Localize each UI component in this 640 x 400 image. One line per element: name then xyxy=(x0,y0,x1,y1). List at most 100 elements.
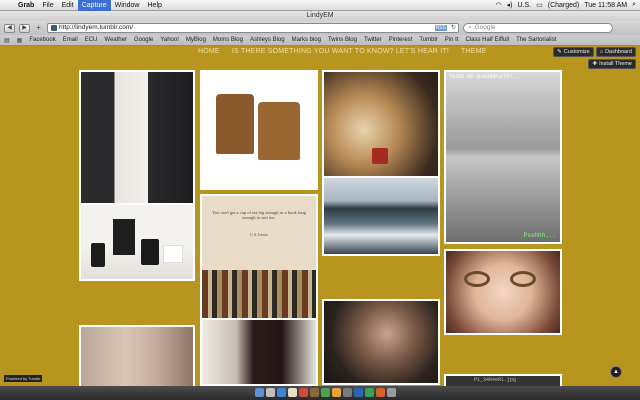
install-theme-button[interactable]: ✚ Install Theme xyxy=(588,59,636,69)
photo-post-book-boots[interactable] xyxy=(79,203,195,281)
finder-icon[interactable] xyxy=(254,388,264,397)
photo-scarf xyxy=(202,320,316,384)
photo-post-bottom[interactable]: P1_34N4eR1.jpg xyxy=(444,374,562,386)
bookmarks-bar: ▤ ▦ Facebook Email ECU Weather Google Ya… xyxy=(0,35,640,46)
launchpad-icon[interactable] xyxy=(265,388,275,397)
photo-post-scarf[interactable] xyxy=(200,318,318,386)
spotlight-icon[interactable]: ⌕ xyxy=(632,1,636,9)
menu-item-window[interactable]: Window xyxy=(111,0,144,11)
photo-book-boots xyxy=(81,205,193,279)
menu-bar: Grab File Edit Capture Window Help ◠ ◂) … xyxy=(0,0,640,11)
photo-glasses xyxy=(446,251,560,333)
wifi-icon[interactable]: ◠ xyxy=(496,1,502,9)
quote-text: You can't get a cup of tea big enough or… xyxy=(212,210,306,220)
trash-icon[interactable] xyxy=(386,388,396,397)
customize-button[interactable]: ✎ Customize xyxy=(553,47,594,57)
scroll-top-icon[interactable]: ▲ xyxy=(610,366,622,378)
excel-icon[interactable] xyxy=(364,388,374,397)
address-bar[interactable]: http://lindyem.tumblr.com/ RSS ↻ xyxy=(47,23,459,33)
twins-footer: Psshhh... xyxy=(523,232,556,239)
photo-post-chelsea-boots[interactable] xyxy=(200,70,318,190)
home-icon: ⌂ xyxy=(599,49,604,55)
bookmark-moms-blog[interactable]: Moms Blog xyxy=(213,37,243,43)
wrench-icon: ✎ xyxy=(557,49,562,55)
safari-icon[interactable] xyxy=(276,388,286,397)
menu-item-capture[interactable]: Capture xyxy=(77,0,111,11)
mail-icon[interactable] xyxy=(287,388,297,397)
bookmark-weather[interactable]: Weather xyxy=(104,37,127,43)
file-label: P1_34N4eR1.jpg xyxy=(474,377,517,383)
bookmark-pinterest[interactable]: Pinterest xyxy=(389,37,413,43)
menu-item-edit[interactable]: Edit xyxy=(58,0,78,11)
forward-button[interactable]: ▶ xyxy=(19,23,30,33)
menu-item-grab[interactable]: Grab xyxy=(14,0,38,11)
photo-blouse xyxy=(81,327,193,386)
search-icon: ⌕ xyxy=(468,24,472,31)
photo-books-quote: You can't get a cup of tea big enough or… xyxy=(202,196,316,322)
contacts-icon[interactable] xyxy=(309,388,319,397)
menu-item-help[interactable]: Help xyxy=(144,0,166,11)
dock xyxy=(0,386,640,400)
reading-list-icon[interactable]: ▤ xyxy=(4,37,10,44)
rss-icon[interactable]: RSS xyxy=(434,25,447,31)
bookmark-myblog[interactable]: MyBlog xyxy=(186,37,206,43)
clock[interactable]: Tue 11:58 AM xyxy=(584,2,627,9)
bookmark-pin-it[interactable]: Pin It xyxy=(445,37,459,43)
bookmark-yahoo[interactable]: Yahoo! xyxy=(160,37,179,43)
menu-item-file[interactable]: File xyxy=(38,0,57,11)
photo-post-blouse[interactable] xyxy=(79,325,195,386)
nav-ask-link[interactable]: IS THERE SOMETHING YOU WANT TO KNOW? LET… xyxy=(232,48,449,55)
flag-label[interactable]: U.S. xyxy=(518,2,532,9)
photo-post-portrait[interactable] xyxy=(322,299,440,385)
photo-twins: TWINS OR QUADRUPLETS?... Psshhh... xyxy=(446,72,560,242)
window-titlebar: LindyEM xyxy=(0,11,640,21)
bookmark-twitter[interactable]: Twitter xyxy=(364,37,382,43)
dashboard-button[interactable]: ⌂ Dashboard xyxy=(595,47,636,57)
volume-icon[interactable]: ◂) xyxy=(507,1,513,9)
messages-icon[interactable] xyxy=(320,388,330,397)
window-title: LindyEM xyxy=(306,12,334,19)
bookmark-twins-blog[interactable]: Twins Blog xyxy=(328,37,357,43)
search-input[interactable]: ⌕ Google xyxy=(463,23,613,33)
bookmark-sartorialist[interactable]: The Sartorialist xyxy=(516,37,556,43)
back-button[interactable]: ◀ xyxy=(4,23,15,33)
powered-by-tumblr[interactable]: Powered by Tumblr xyxy=(4,375,43,382)
itunes-icon[interactable] xyxy=(331,388,341,397)
add-bookmark-icon[interactable]: + xyxy=(34,23,43,33)
photo-post-glasses[interactable] xyxy=(444,249,562,335)
top-sites-icon[interactable]: ▦ xyxy=(17,37,23,44)
quote-photo-post-books[interactable]: You can't get a cup of tea big enough or… xyxy=(200,194,318,324)
nav-theme-link[interactable]: THEME xyxy=(461,48,487,55)
url-text[interactable]: http://lindyem.tumblr.com/ xyxy=(59,24,133,32)
bookmark-email[interactable]: Email xyxy=(63,37,78,43)
bookmark-ashleys-blog[interactable]: Ashleys Blog xyxy=(250,37,285,43)
bookmark-facebook[interactable]: Facebook xyxy=(29,37,55,43)
quote-author: C.S. Lewis xyxy=(250,232,268,237)
photo-portrait xyxy=(324,301,438,383)
bookmark-marks-blog[interactable]: Marks blog xyxy=(292,37,321,43)
bookmark-ecu[interactable]: ECU xyxy=(85,37,98,43)
powerpoint-icon[interactable] xyxy=(375,388,385,397)
nav-home-link[interactable]: HOME xyxy=(198,48,220,55)
bookmark-google[interactable]: Google xyxy=(134,37,153,43)
photo-post-winter-river[interactable] xyxy=(322,176,440,256)
bookmark-tumblr[interactable]: Tumblr xyxy=(419,37,437,43)
twins-caption: TWINS OR QUADRUPLETS?... xyxy=(449,74,522,80)
battery-icon[interactable]: ▭ xyxy=(536,1,543,9)
reload-icon[interactable]: ↻ xyxy=(449,24,458,32)
photo-chelsea-boots xyxy=(202,72,316,188)
site-favicon-icon xyxy=(51,25,57,31)
plus-icon: ✚ xyxy=(592,61,598,67)
tumblr-controls: ✎ Customize ⌂ Dashboard ✚ Install Theme xyxy=(553,47,636,69)
battery-status[interactable]: (Charged) xyxy=(548,2,580,9)
bookmark-class-half-eiffull[interactable]: Class Half Eiffull xyxy=(465,37,509,43)
search-placeholder[interactable]: Google xyxy=(475,24,496,32)
photo-winter-river xyxy=(324,178,438,254)
preferences-icon[interactable] xyxy=(342,388,352,397)
photo-post-twins[interactable]: TWINS OR QUADRUPLETS?... Psshhh... xyxy=(444,70,562,244)
photo-bottom: P1_34N4eR1.jpg xyxy=(446,376,560,386)
word-icon[interactable] xyxy=(353,388,363,397)
calendar-icon[interactable] xyxy=(298,388,308,397)
browser-toolbar: ◀ ▶ + http://lindyem.tumblr.com/ RSS ↻ ⌕… xyxy=(0,21,640,35)
tumblr-page: HOME IS THERE SOMETHING YOU WANT TO KNOW… xyxy=(0,46,640,386)
